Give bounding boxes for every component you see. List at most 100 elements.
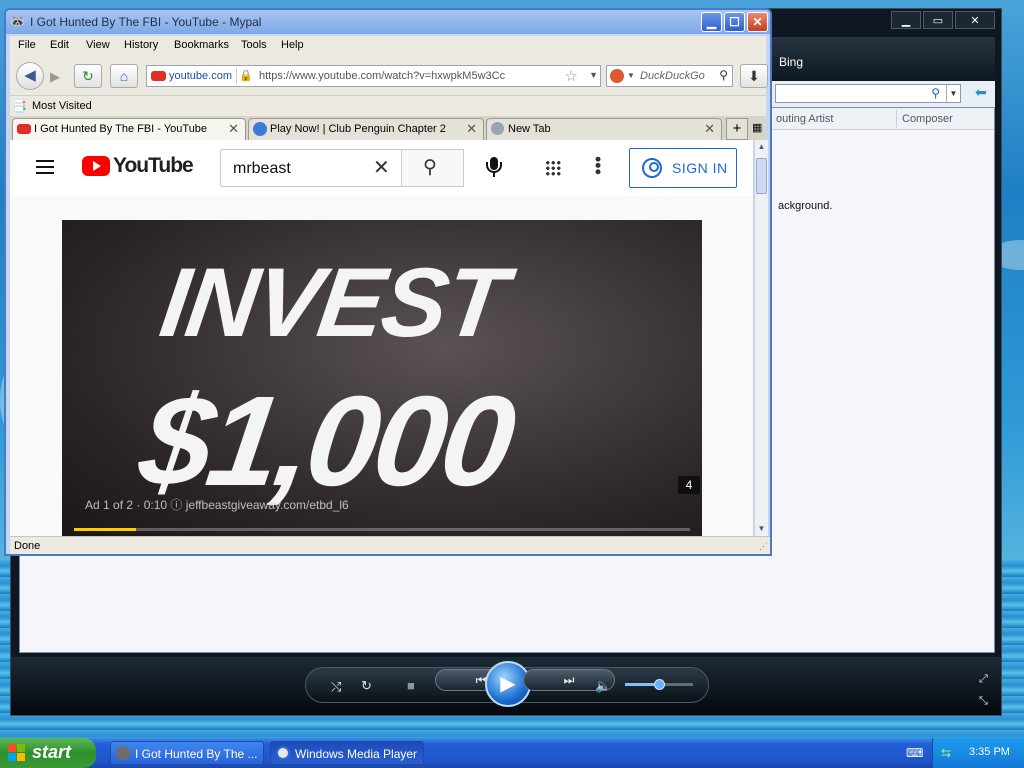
penguin-favicon — [253, 122, 267, 136]
column-divider — [896, 110, 897, 128]
wmp-search-input[interactable]: ⚲ ▼ — [775, 84, 961, 103]
site-identity-badge[interactable]: youtube.com — [149, 68, 237, 84]
close-tab-icon[interactable]: ✕ — [466, 121, 477, 137]
search-icon: ⚲ — [423, 157, 437, 178]
wmp-maximize-button[interactable]: ▭ — [923, 11, 953, 29]
resize-grip-icon[interactable]: ⋰ — [759, 541, 768, 552]
new-tab-button[interactable]: + — [726, 118, 748, 140]
page-content: YouTube mrbeast ✕ ⚲ ••• SIGN IN INVEST $ — [10, 140, 753, 536]
microphone-icon[interactable] — [482, 154, 506, 182]
lock-icon[interactable]: 🔒 — [239, 69, 253, 82]
repeat-icon[interactable]: ↻ — [361, 678, 372, 694]
tab-label: I Got Hunted By The FBI - YouTube — [34, 123, 208, 135]
video-player[interactable]: INVEST $1,000 Ad 1 of 2 · 0:10 ⓘ jeffbea… — [62, 220, 702, 536]
close-tab-icon[interactable]: ✕ — [704, 121, 715, 137]
tab-label: New Tab — [508, 123, 551, 135]
tab-groups-icon[interactable]: ▦ — [752, 121, 762, 134]
search-query[interactable]: mrbeast — [233, 160, 291, 178]
chevron-down-icon[interactable]: ▼ — [946, 85, 960, 102]
menu-view[interactable]: View — [86, 39, 110, 51]
search-icon[interactable]: ⚲ — [931, 86, 940, 100]
video-headline-line2: $1,000 — [131, 370, 520, 513]
shuffle-icon[interactable]: ⤭ — [331, 679, 341, 695]
start-label: start — [32, 742, 72, 762]
start-button[interactable]: start — [0, 738, 96, 768]
chevron-down-icon[interactable]: ▼ — [627, 71, 635, 80]
account-icon — [642, 158, 662, 178]
apps-grid-icon[interactable] — [545, 160, 561, 176]
youtube-wordmark[interactable]: YouTube — [113, 154, 194, 178]
switch-to-now-playing-icon[interactable]: ⤢ — [979, 673, 988, 686]
video-headline-line1: INVEST — [154, 247, 512, 357]
taskbar-button-browser[interactable]: I Got Hunted By The ... — [110, 741, 264, 765]
menu-icon[interactable] — [36, 160, 54, 174]
navigation-toolbar: ◀ ▶ ↻ ⌂ youtube.com 🔒 https://www.youtub… — [10, 56, 768, 96]
close-button[interactable]: ✕ — [747, 12, 768, 32]
sign-in-button[interactable]: SIGN IN — [629, 148, 737, 188]
minimize-button[interactable]: ▁ — [701, 12, 722, 32]
youtube-search-button[interactable]: ⚲ — [401, 149, 464, 187]
menu-help[interactable]: Help — [281, 39, 304, 51]
scrollbar-thumb[interactable] — [756, 158, 767, 194]
windows-flag-icon — [8, 744, 26, 762]
youtube-header: YouTube mrbeast ✕ ⚲ ••• SIGN IN — [10, 140, 753, 196]
duckduckgo-icon[interactable] — [610, 69, 624, 83]
wmp-bing-label[interactable]: Bing — [779, 55, 803, 69]
wmp-minimize-button[interactable]: ▁ — [891, 11, 921, 29]
back-button[interactable]: ◀ — [16, 62, 44, 90]
column-composer[interactable]: Composer — [902, 113, 953, 125]
tab-new-tab[interactable]: New Tab ✕ — [486, 118, 722, 140]
reload-button[interactable]: ↻ — [74, 64, 102, 88]
scroll-down-icon[interactable]: ▼ — [755, 522, 768, 536]
clear-search-icon[interactable]: ✕ — [373, 155, 390, 180]
back-arrow-icon[interactable]: ⬅ — [975, 84, 987, 101]
compact-mode-icon[interactable]: ⤡ — [979, 695, 988, 708]
clock[interactable]: 3:35 PM — [969, 746, 1010, 758]
forward-icon[interactable]: ▶ — [50, 69, 60, 85]
youtube-search-input[interactable]: mrbeast ✕ — [220, 149, 402, 187]
mic-stem — [493, 171, 495, 177]
browser-titlebar[interactable]: 🦝 I Got Hunted By The FBI - YouTube - My… — [6, 10, 770, 34]
site-badge-label: youtube.com — [169, 70, 232, 82]
url-text[interactable]: https://www.youtube.com/watch?v=hxwpkM5w… — [259, 70, 505, 82]
volume-knob[interactable] — [654, 679, 665, 690]
home-button[interactable]: ⌂ — [110, 64, 138, 88]
taskbar-button-wmp[interactable]: Windows Media Player — [270, 741, 424, 765]
column-contributing-artist[interactable]: outing Artist — [776, 113, 833, 125]
mypal-raccoon-icon: 🦝 — [10, 14, 25, 28]
window-title: I Got Hunted By The FBI - YouTube - Mypa… — [30, 15, 262, 29]
menu-bar: File Edit View History Bookmarks Tools H… — [10, 36, 766, 56]
scroll-up-icon[interactable]: ▲ — [755, 140, 768, 154]
youtube-favicon — [17, 124, 31, 134]
bookmark-most-visited[interactable]: Most Visited — [32, 100, 92, 112]
menu-edit[interactable]: Edit — [50, 39, 69, 51]
volume-slider[interactable] — [625, 679, 693, 690]
search-engine-input[interactable]: ▼ DuckDuckGo ⚲ — [606, 65, 733, 87]
more-options-icon[interactable]: ••• — [588, 156, 608, 175]
taskbar-button-label: I Got Hunted By The ... — [135, 747, 258, 761]
keyboard-icon[interactable]: ⌨ — [906, 746, 923, 760]
tab-club-penguin[interactable]: Play Now! | Club Penguin Chapter 2 ✕ — [248, 118, 484, 140]
maximize-button[interactable]: ☐ — [724, 12, 745, 32]
youtube-logo-icon[interactable] — [82, 156, 110, 176]
video-progress-bar[interactable] — [74, 528, 690, 531]
search-icon[interactable]: ⚲ — [719, 68, 728, 82]
wmp-playback-controls: ⤭ ↻ ■ ⏮ ▶ ⏭ 🔈 ⤢ ⤡ — [11, 657, 1001, 715]
page-scrollbar[interactable]: ▲ ▼ — [754, 140, 768, 536]
volume-icon[interactable]: 🔈 — [595, 678, 611, 694]
downloads-button[interactable]: ⬇ — [740, 64, 768, 88]
url-dropdown-icon[interactable]: ▼ — [589, 70, 598, 80]
bookmark-star-icon[interactable]: ☆ — [565, 67, 578, 85]
close-tab-icon[interactable]: ✕ — [228, 121, 239, 137]
wmp-close-button[interactable]: ✕ — [955, 11, 995, 29]
menu-bookmarks[interactable]: Bookmarks — [174, 39, 229, 51]
menu-file[interactable]: File — [18, 39, 36, 51]
status-text: Done — [14, 540, 41, 552]
ad-info-text[interactable]: Ad 1 of 2 · 0:10 ⓘ jeffbeastgiveaway.com… — [85, 496, 349, 513]
menu-history[interactable]: History — [124, 39, 158, 51]
network-icon[interactable]: ⇆ — [941, 746, 951, 760]
menu-tools[interactable]: Tools — [241, 39, 267, 51]
url-bar[interactable]: youtube.com 🔒 https://www.youtube.com/wa… — [146, 65, 601, 87]
tab-youtube[interactable]: I Got Hunted By The FBI - YouTube ✕ — [12, 118, 246, 140]
stop-icon[interactable]: ■ — [407, 678, 415, 693]
